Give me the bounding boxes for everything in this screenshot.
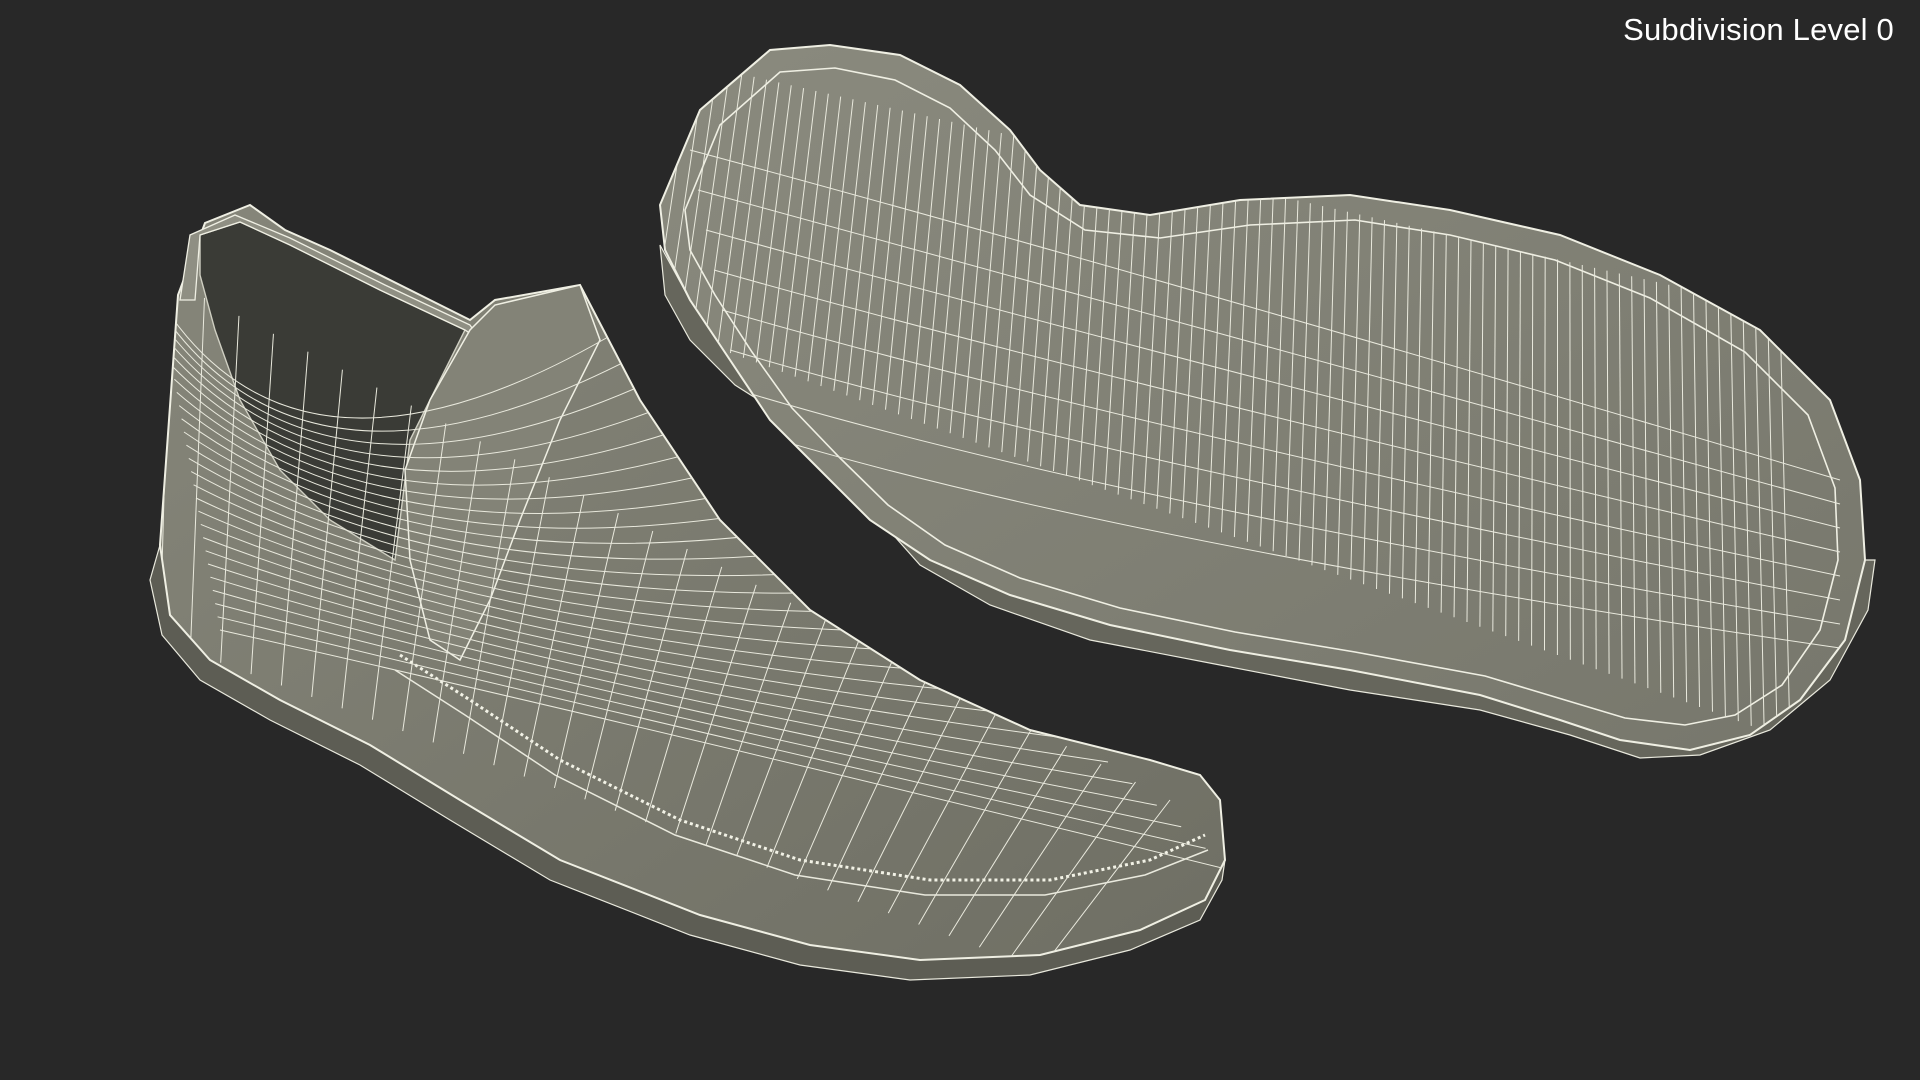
3d-viewport[interactable]: Subdivision Level 0 [0,0,1920,1080]
subdivision-level-label: Subdivision Level 0 [1623,12,1894,47]
wireframe-scene [149,43,1876,981]
right-wire-edge-ring [1543,256,1546,651]
